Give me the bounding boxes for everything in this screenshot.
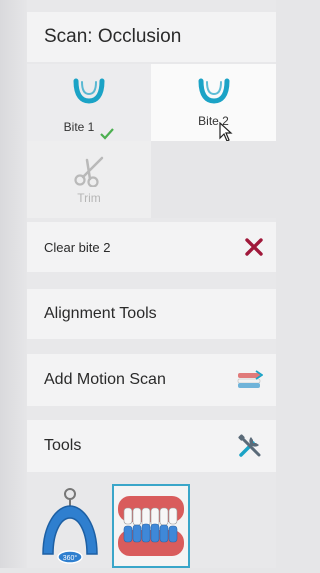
alignment-tools-label: Alignment Tools xyxy=(44,305,157,322)
thumbnail-badge: 360° xyxy=(63,554,78,562)
bite-grid: Bite 1 Bite 2 Trim xyxy=(27,64,276,218)
scan-panel: Scan: Occlusion Bite 1 Bite 2 Trim Clear… xyxy=(27,0,276,568)
motion-scan-icon xyxy=(237,370,263,388)
panel-header: Scan: Occlusion xyxy=(27,12,276,62)
bite-tray-icon: 360° xyxy=(42,488,98,564)
clear-bite-label: Clear bite 2 xyxy=(44,239,111,255)
clear-bite-button[interactable]: Clear bite 2 xyxy=(27,222,276,272)
teeth-model-icon xyxy=(118,496,184,556)
trim-button[interactable]: Trim xyxy=(27,141,151,218)
upper-jaw-icon xyxy=(73,78,105,104)
lower-jaw-icon xyxy=(198,78,229,104)
bite-2-button[interactable]: Bite 2 xyxy=(151,64,276,142)
page-title: Scan: Occlusion xyxy=(44,26,182,47)
thumbnail-bite-tray[interactable]: 360° xyxy=(31,484,109,568)
thumbnail-teeth-model[interactable] xyxy=(112,484,190,568)
panel-edge xyxy=(0,0,27,568)
trim-label: Trim xyxy=(77,191,101,205)
bite-1-label: Bite 1 xyxy=(63,120,95,134)
mouse-cursor-icon xyxy=(219,122,233,142)
scan-thumbnails: 360° xyxy=(27,484,276,568)
empty-cell xyxy=(151,141,276,218)
close-icon[interactable] xyxy=(245,238,263,256)
check-icon xyxy=(100,128,115,140)
tools-button[interactable]: Tools xyxy=(27,420,276,472)
tools-label: Tools xyxy=(44,437,82,454)
alignment-tools-button[interactable]: Alignment Tools xyxy=(27,289,276,339)
tools-icon xyxy=(238,434,261,457)
add-motion-scan-label: Add Motion Scan xyxy=(44,371,166,388)
add-motion-scan-button[interactable]: Add Motion Scan xyxy=(27,354,276,406)
bite-1-button[interactable]: Bite 1 xyxy=(27,64,151,141)
scissors-icon xyxy=(74,156,104,187)
